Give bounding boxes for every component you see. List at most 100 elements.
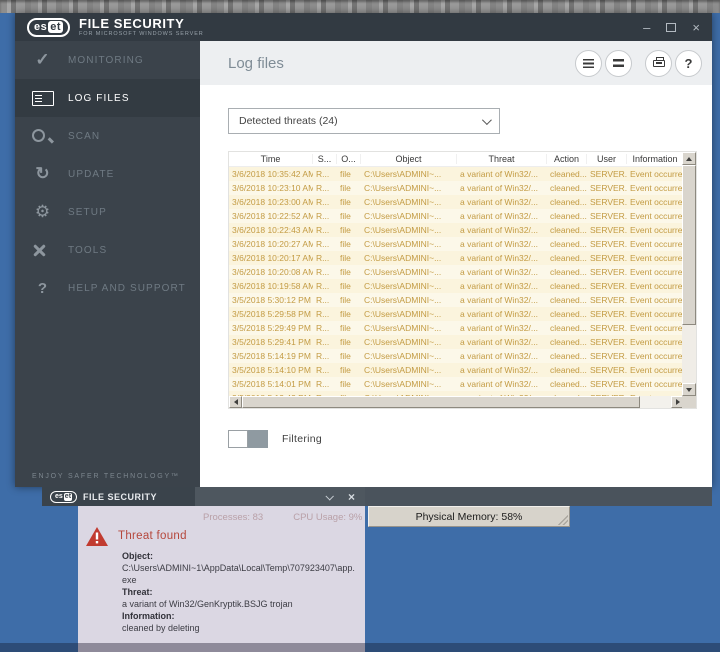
column-header[interactable]: Action [547, 154, 587, 164]
column-header[interactable]: User [587, 154, 627, 164]
table-cell: R... [313, 267, 337, 277]
table-cell: cleaned... [547, 239, 587, 249]
maximize-button[interactable] [666, 23, 676, 32]
page-title: Log files [228, 55, 284, 72]
log-table: TimeS...O...ObjectThreatActionUserInform… [228, 151, 697, 409]
sidebar-item-scan[interactable]: SCAN [15, 117, 200, 155]
table-cell: 3/6/2018 10:20:08 AM [229, 267, 313, 277]
table-cell: a variant of Win32/... [457, 267, 547, 277]
filtering-toggle[interactable] [228, 430, 268, 448]
table-cell: Event occurre... [627, 379, 684, 389]
column-header[interactable]: Threat [457, 154, 547, 164]
table-cell: cleaned... [547, 323, 587, 333]
arrow-left-icon [234, 399, 238, 405]
table-row[interactable]: 3/6/2018 10:22:43 AMR...fileC:\Users\ADM… [229, 223, 684, 237]
threat-notification-popup: Processes: 83 CPU Usage: 9% Threat found… [78, 506, 365, 643]
table-cell: C:\Users\ADMINI~... [361, 379, 457, 389]
object-value: C:\Users\ADMINI~1\AppData\Local\Temp\707… [122, 562, 355, 586]
table-cell: SERVER... [587, 379, 627, 389]
taskmanager-stats-faded: Processes: 83 CPU Usage: 9% [86, 508, 355, 527]
list-view-button[interactable] [575, 50, 602, 77]
scroll-left-button[interactable] [229, 396, 242, 408]
table-cell: a variant of Win32/... [457, 211, 547, 221]
notification-close-button[interactable]: × [348, 492, 355, 502]
column-header[interactable]: Information [627, 154, 684, 164]
table-row[interactable]: 3/6/2018 10:20:08 AMR...fileC:\Users\ADM… [229, 265, 684, 279]
table-header-row: TimeS...O...ObjectThreatActionUserInform… [229, 152, 684, 167]
table-cell: R... [313, 253, 337, 263]
table-cell: C:\Users\ADMINI~... [361, 323, 457, 333]
sidebar-item-monitoring[interactable]: MONITORING [15, 41, 200, 79]
table-row[interactable]: 3/5/2018 5:14:01 PMR...fileC:\Users\ADMI… [229, 377, 684, 391]
collapse-chevron-icon[interactable] [325, 492, 333, 500]
log-icon [32, 91, 54, 106]
table-cell: C:\Users\ADMINI~... [361, 295, 457, 305]
table-row[interactable]: 3/6/2018 10:22:52 AMR...fileC:\Users\ADM… [229, 209, 684, 223]
table-cell: Event occurre... [627, 267, 684, 277]
collapse-view-icon [613, 59, 624, 67]
table-cell: 3/5/2018 5:29:41 PM [229, 337, 313, 347]
sidebar-item-log-files[interactable]: LOG FILES [15, 79, 200, 117]
table-row[interactable]: 3/5/2018 5:29:49 PMR...fileC:\Users\ADMI… [229, 321, 684, 335]
sidebar-item-tools[interactable]: TOOLS [15, 231, 200, 269]
table-cell: cleaned... [547, 309, 587, 319]
table-row[interactable]: 3/5/2018 5:14:10 PMR...fileC:\Users\ADMI… [229, 363, 684, 377]
table-cell: file [337, 197, 361, 207]
close-button[interactable]: × [692, 21, 700, 34]
table-cell: 3/6/2018 10:23:00 AM [229, 197, 313, 207]
table-cell: SERVER... [587, 183, 627, 193]
table-row[interactable]: 3/6/2018 10:23:00 AMR...fileC:\Users\ADM… [229, 195, 684, 209]
sidebar-item-help-and-support[interactable]: HELP AND SUPPORT [15, 269, 200, 307]
eset-logo: eset [27, 18, 70, 37]
table-row[interactable]: 3/6/2018 10:23:10 AMR...fileC:\Users\ADM… [229, 181, 684, 195]
scroll-up-button[interactable] [682, 152, 696, 165]
table-row[interactable]: 3/6/2018 10:20:27 AMR...fileC:\Users\ADM… [229, 237, 684, 251]
horizontal-scroll-thumb[interactable] [242, 396, 640, 408]
column-header[interactable]: Object [361, 154, 457, 164]
table-cell: 3/5/2018 5:14:01 PM [229, 379, 313, 389]
table-row[interactable]: 3/5/2018 5:30:12 PMR...fileC:\Users\ADMI… [229, 293, 684, 307]
table-row[interactable]: 3/6/2018 10:20:17 AMR...fileC:\Users\ADM… [229, 251, 684, 265]
table-row[interactable]: 3/5/2018 5:29:58 PMR...fileC:\Users\ADMI… [229, 307, 684, 321]
log-type-dropdown[interactable]: Detected threats (24) [228, 108, 500, 134]
table-row[interactable]: 3/5/2018 5:29:41 PMR...fileC:\Users\ADMI… [229, 335, 684, 349]
table-cell: Event occurre... [627, 351, 684, 361]
toggle-off-half [228, 430, 248, 448]
table-cell: C:\Users\ADMINI~... [361, 365, 457, 375]
table-cell: Event occurre... [627, 337, 684, 347]
table-cell: a variant of Win32/... [457, 365, 547, 375]
vertical-scrollbar[interactable] [682, 152, 696, 396]
resize-grip-icon[interactable] [558, 515, 568, 525]
table-cell: cleaned... [547, 365, 587, 375]
table-cell: R... [313, 323, 337, 333]
table-cell: Event occurre... [627, 183, 684, 193]
table-cell: 3/6/2018 10:19:58 AM [229, 281, 313, 291]
notification-titlebar[interactable]: eset FILE SECURITY × [42, 487, 365, 506]
table-row[interactable]: 3/6/2018 10:35:42 AMR...fileC:\Users\ADM… [229, 167, 684, 181]
table-cell: Event occurre... [627, 169, 684, 179]
table-cell: R... [313, 211, 337, 221]
table-cell: 3/5/2018 5:29:58 PM [229, 309, 313, 319]
table-row[interactable]: 3/5/2018 5:14:19 PMR...fileC:\Users\ADMI… [229, 349, 684, 363]
table-cell: C:\Users\ADMINI~... [361, 281, 457, 291]
arrow-right-icon [676, 399, 680, 405]
column-header[interactable]: O... [337, 154, 361, 164]
column-header[interactable]: S... [313, 154, 337, 164]
background-window-band [365, 487, 712, 506]
processes-value: Processes: 83 [203, 512, 263, 523]
table-cell: SERVER... [587, 309, 627, 319]
column-header[interactable]: Time [229, 154, 313, 164]
sidebar-item-update[interactable]: UPDATE [15, 155, 200, 193]
scroll-down-button[interactable] [682, 383, 696, 396]
sidebar-item-setup[interactable]: SETUP [15, 193, 200, 231]
table-cell: cleaned... [547, 267, 587, 277]
eset-main-window: eset FILE SECURITY FOR MICROSOFT WINDOWS… [15, 13, 712, 487]
horizontal-scrollbar[interactable] [229, 396, 684, 408]
help-button[interactable]: ? [675, 50, 702, 77]
arrow-down-icon [686, 388, 692, 392]
minimize-button[interactable]: – [643, 21, 650, 34]
print-button[interactable] [645, 50, 672, 77]
collapse-view-button[interactable] [605, 50, 632, 77]
table-row[interactable]: 3/6/2018 10:19:58 AMR...fileC:\Users\ADM… [229, 279, 684, 293]
vertical-scroll-thumb[interactable] [682, 165, 696, 325]
